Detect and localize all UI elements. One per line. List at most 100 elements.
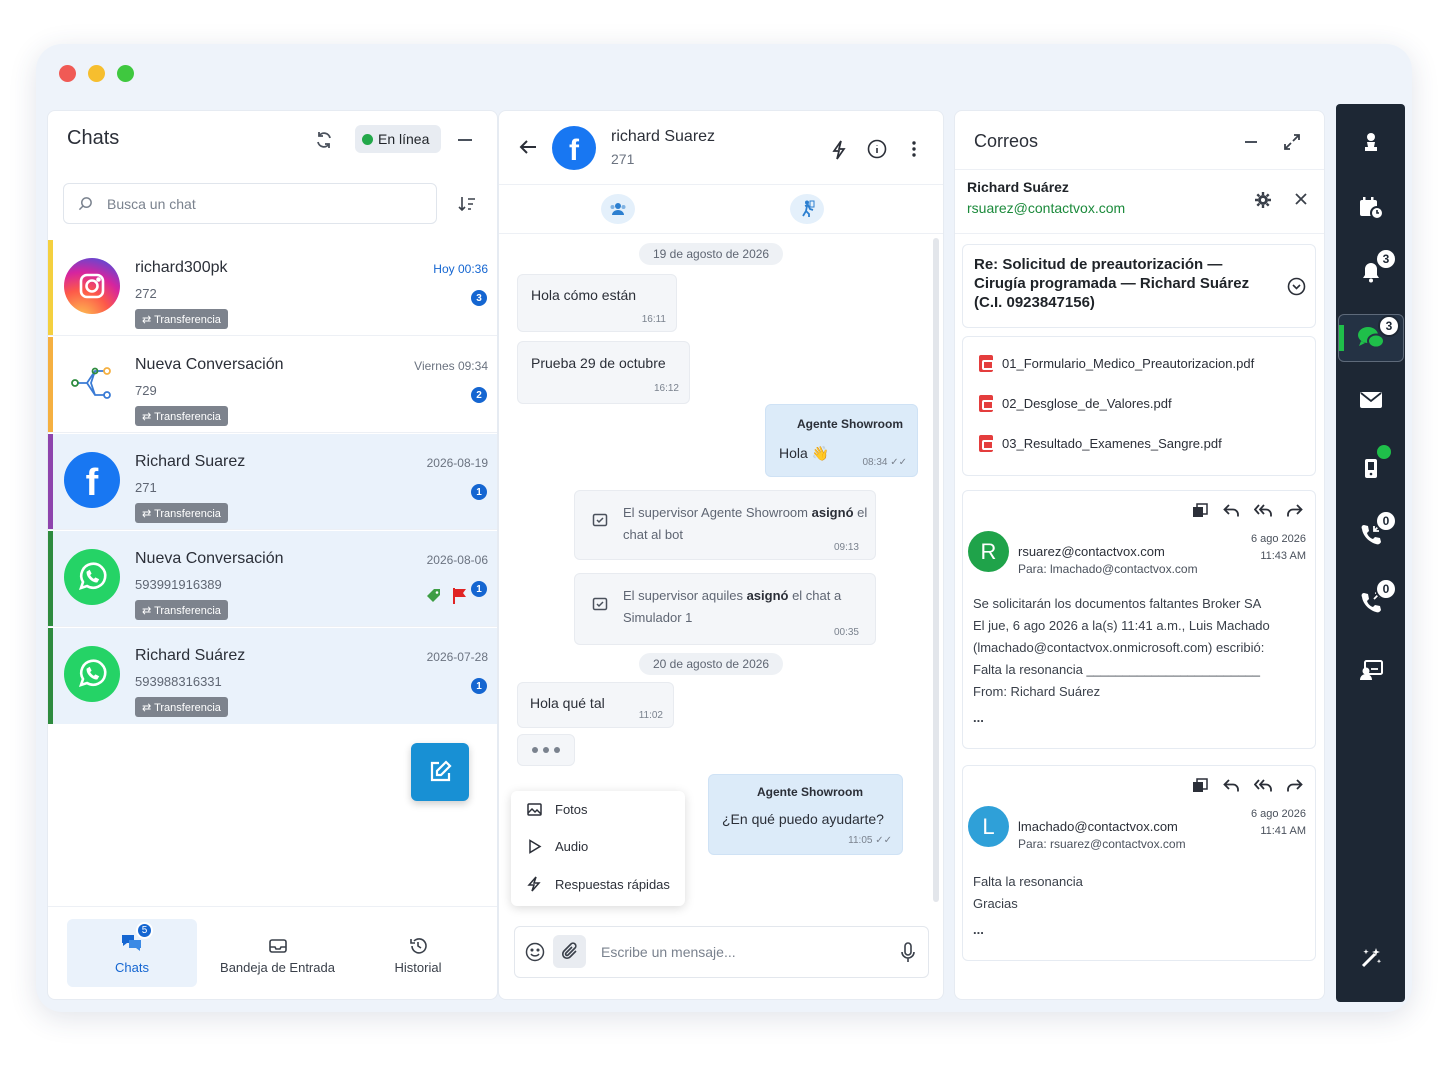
chat-row[interactable]: Nueva Conversación 593991916389 ⇄ Transf… [48, 531, 497, 627]
minimize-panel-icon[interactable] [458, 139, 472, 141]
email-date: 6 ago 2026 11:43 AM [1251, 531, 1306, 565]
chat-row[interactable]: Nueva Conversación 729 ⇄ Transferencia V… [48, 337, 497, 433]
tag-icon[interactable] [426, 588, 442, 604]
email-date-time: 11:43 AM [1260, 550, 1306, 562]
channel-bar [48, 531, 53, 626]
message-time: 16:12 [653, 383, 679, 394]
chat-time: Viernes 09:34 [414, 359, 488, 373]
rail-magic[interactable] [1336, 934, 1405, 982]
rail-incoming-calls[interactable]: 0 [1336, 510, 1405, 558]
whatsapp-icon [64, 646, 120, 702]
rail-chats[interactable]: 3 [1338, 314, 1404, 362]
users-icon [610, 203, 626, 215]
forward-icon[interactable] [1286, 503, 1303, 518]
collapse-circle-icon[interactable] [1287, 277, 1306, 296]
system-text-verb: asignó [811, 505, 854, 520]
chat-row[interactable]: richard300pk 272 ⇄ Transferencia Hoy 00:… [48, 240, 497, 336]
attachment-file[interactable]: 02_Desglose_de_Valores.pdf [979, 395, 1172, 412]
nav-history[interactable]: Historial [368, 919, 468, 987]
search-chat-field[interactable]: Busca un chat [63, 183, 437, 224]
info-icon[interactable] [867, 139, 887, 159]
typing-dot [554, 747, 560, 753]
email-body-line: From: Richard Suárez [973, 684, 1101, 699]
more-options-icon[interactable] [912, 141, 916, 157]
attach-audio-item[interactable]: Audio [527, 839, 588, 854]
email-date-day: 6 ago 2026 [1250, 808, 1306, 820]
nav-chats-label: Chats [115, 960, 149, 975]
expand-icon[interactable] [1283, 133, 1301, 151]
minimize-mail-icon[interactable] [1245, 141, 1257, 143]
chats-badge: 5 [136, 922, 153, 939]
nav-inbox[interactable]: Bandeja de Entrada [210, 919, 345, 987]
settings-gear-icon[interactable] [1255, 192, 1271, 208]
rail-mail[interactable] [1336, 376, 1405, 424]
attachment-file[interactable]: 01_Formulario_Medico_Preautorizacion.pdf [979, 355, 1254, 372]
quick-actions-icon[interactable] [831, 140, 847, 160]
system-text-part: El supervisor aquiles [623, 588, 747, 603]
new-chat-button[interactable] [411, 743, 469, 801]
nav-chats[interactable]: 5 Chats [67, 919, 197, 987]
mail-subject-card[interactable]: Re: Solicitud de preautorización — Cirug… [962, 244, 1316, 328]
system-text: El supervisor aquiles asignó el chat a S… [623, 585, 868, 629]
email-date: 6 ago 2026 11:41 AM [1251, 806, 1306, 840]
agent-icon [1364, 133, 1377, 151]
contact-board-icon [1359, 660, 1383, 680]
transfer-tag: ⇄ Transferencia [135, 309, 228, 329]
attach-clip-icon[interactable] [553, 935, 586, 968]
system-message: El supervisor aquiles asignó el chat a S… [574, 573, 876, 645]
facebook-avatar-icon: f [552, 126, 596, 170]
copy-icon[interactable] [1192, 778, 1209, 793]
chat-time: Hoy 00:36 [433, 262, 488, 276]
back-arrow-icon[interactable] [519, 139, 537, 155]
chat-number: 593988316331 [135, 674, 222, 689]
flag-icon[interactable] [452, 587, 468, 605]
close-icon[interactable] [1295, 193, 1307, 205]
copy-icon[interactable] [1192, 503, 1209, 518]
email-body-line: Gracias [973, 896, 1018, 911]
chat-row[interactable]: f Richard Suarez 271 ⇄ Transferencia 202… [48, 434, 497, 530]
sort-icon[interactable] [458, 195, 476, 213]
status-toggle[interactable]: En línea [355, 125, 441, 153]
conversation-tabs [499, 185, 943, 234]
typing-dot [543, 747, 549, 753]
chat-row[interactable]: Richard Suárez 593988316331 ⇄ Transferen… [48, 628, 497, 724]
transfer-tag: ⇄ Transferencia [135, 406, 228, 426]
close-window-button[interactable] [59, 65, 76, 82]
show-more-button[interactable]: ... [973, 707, 1270, 729]
sender-avatar: R [968, 531, 1009, 572]
reply-icon[interactable] [1223, 778, 1240, 793]
status-label: En línea [378, 131, 430, 147]
edit-icon [430, 760, 452, 782]
tab-transfer[interactable] [790, 194, 824, 224]
email-body-line: Falta la resonancia [973, 874, 1083, 889]
microphone-icon[interactable] [901, 942, 915, 963]
tab-contact[interactable] [601, 194, 635, 224]
rail-contacts[interactable] [1336, 646, 1405, 694]
message-text: Prueba 29 de octubre [531, 355, 666, 371]
rail-calendar[interactable] [1336, 184, 1405, 232]
reply-all-icon[interactable] [1254, 778, 1272, 793]
rail-outgoing-calls[interactable]: 0 [1336, 578, 1405, 626]
show-more-button[interactable]: ... [973, 919, 1083, 941]
message-text: Hola 👋 [779, 445, 830, 461]
outgoing-calls-badge: 0 [1375, 578, 1397, 600]
emoji-icon[interactable] [525, 942, 545, 962]
attachment-file[interactable]: 03_Resultado_Examenes_Sangre.pdf [979, 435, 1222, 452]
forward-icon[interactable] [1286, 778, 1303, 793]
chat-number: 593991916389 [135, 577, 222, 592]
mail-subject: Re: Solicitud de preautorización — Cirug… [974, 256, 1250, 311]
email-date-day: 6 ago 2026 [1250, 533, 1306, 545]
refresh-icon[interactable] [314, 130, 334, 150]
attach-quick-replies-item[interactable]: Respuestas rápidas [527, 876, 670, 892]
message-input[interactable]: Escribe un mensaje... [601, 944, 736, 960]
nav-history-label: Historial [394, 960, 442, 975]
reply-all-icon[interactable] [1254, 503, 1272, 518]
rail-phone[interactable] [1336, 444, 1405, 492]
attach-photos-item[interactable]: Fotos [527, 802, 588, 817]
rail-notifications[interactable]: 3 [1336, 248, 1405, 296]
minimize-window-button[interactable] [88, 65, 105, 82]
maximize-window-button[interactable] [117, 65, 134, 82]
rail-agent[interactable] [1336, 118, 1405, 166]
reply-icon[interactable] [1223, 503, 1240, 518]
scrollbar[interactable] [933, 238, 939, 902]
